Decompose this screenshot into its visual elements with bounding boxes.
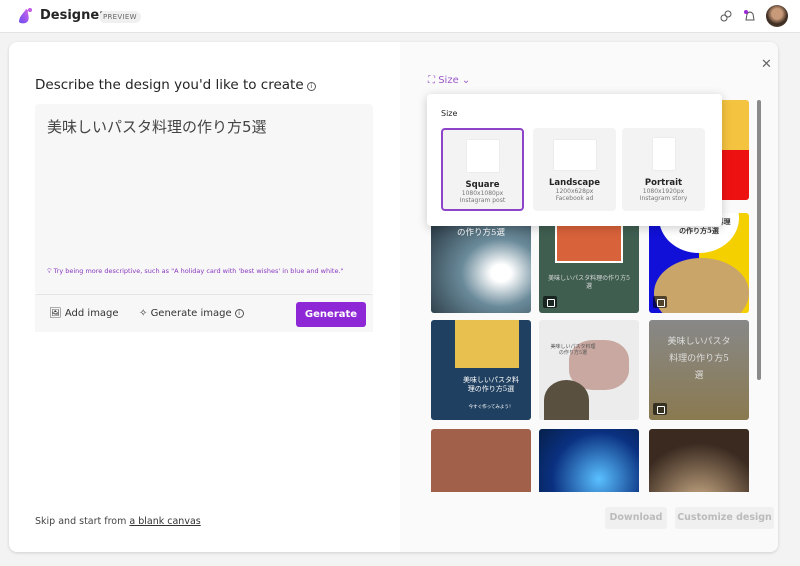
popover-heading: Size: [441, 109, 458, 118]
app-name: Designer: [40, 8, 106, 23]
option-dims: 1080x1920px: [642, 188, 685, 195]
resize-icon: ⛶: [428, 75, 439, 86]
add-image-button[interactable]: 🖼︎ Add image: [49, 308, 119, 319]
add-image-label: Add image: [64, 308, 119, 319]
design-tile[interactable]: [539, 429, 639, 492]
preview-badge: PREVIEW: [99, 11, 141, 23]
size-popover: Size Square 1080x1080px Instagram post Lan…: [427, 94, 722, 226]
tile-title: 美味しいパスタ料 理の作り方5選: [463, 376, 519, 393]
download-button[interactable]: Download: [605, 507, 667, 529]
designer-logo-icon: [19, 8, 32, 24]
lightbulb-icon: 💡︎: [47, 267, 54, 275]
design-tile[interactable]: 美味しいパスタ料理 の作り方5選: [431, 213, 531, 313]
portrait-thumb: [652, 138, 675, 170]
design-tile[interactable]: [649, 429, 749, 492]
tile-title: 美味しいパスタ 料理の作り方5 選: [667, 337, 731, 381]
design-tile[interactable]: 美味しいパスタ料理の作り方5 選: [539, 213, 639, 313]
generate-button[interactable]: Generate: [296, 302, 366, 327]
tip-text: Try being more descriptive, such as "A h…: [53, 267, 344, 275]
design-tile[interactable]: 美味しいパスタ料理 の作り方5選: [539, 320, 639, 420]
size-label: Size: [438, 75, 459, 86]
blank-canvas-link[interactable]: a blank canvas: [129, 516, 200, 527]
option-name: Square: [465, 180, 500, 190]
skip-prefix: Skip and start from: [35, 516, 130, 527]
prompt-tip: 💡︎ Try being more descriptive, such as "…: [47, 267, 344, 276]
option-use: Instagram post: [459, 197, 506, 204]
option-name: Landscape: [549, 178, 600, 188]
option-dims: 1200x628px: [555, 188, 594, 195]
design-tile[interactable]: 美味しいパスタ料 理の作り方5選今すぐ作ってみよう！: [431, 320, 531, 420]
size-option-landscape[interactable]: Landscape 1200x628px Facebook ad: [533, 128, 616, 211]
generate-image-label: Generate image: [150, 308, 232, 319]
generate-image-button[interactable]: ✧ Generate image i: [139, 308, 244, 319]
gallery-scrollbar[interactable]: [757, 100, 761, 380]
skip-text: Skip and start from a blank canvas: [35, 516, 201, 527]
video-icon: [543, 296, 557, 308]
info-icon[interactable]: i: [306, 82, 316, 91]
share-link-icon[interactable]: [718, 8, 734, 24]
tile-title: 美味しいパスタ料理の作り方5 選: [548, 275, 630, 290]
option-dims: 1080x1080px: [461, 190, 504, 197]
customize-design-button[interactable]: Customize design: [675, 507, 774, 529]
notifications-icon[interactable]: [742, 8, 758, 24]
design-tile[interactable]: 美味しいパスタ料理 の作り方5選: [649, 213, 749, 313]
info-icon[interactable]: i: [234, 309, 244, 318]
title-text: Describe the design you'd like to create: [35, 77, 304, 93]
size-option-square[interactable]: Square 1080x1080px Instagram post: [441, 128, 524, 211]
option-use: Instagram story: [639, 195, 688, 202]
prompt-input[interactable]: 美味しいパスタ料理の作り方5選 💡︎ Try being more descri…: [35, 104, 373, 294]
option-use: Facebook ad: [555, 195, 594, 202]
video-icon: [653, 403, 667, 415]
tile-subtitle: 今すぐ作ってみよう！: [468, 405, 514, 410]
add-image-icon: 🖼︎: [49, 308, 65, 319]
landscape-thumb: [553, 140, 596, 170]
prompt-actions: 🖼︎ Add image ✧ Generate image i Generate: [35, 294, 373, 332]
design-tile[interactable]: [431, 429, 531, 492]
design-tile[interactable]: 美味しいパスタ 料理の作り方5 選: [649, 320, 749, 420]
size-option-portrait[interactable]: Portrait 1080x1920px Instagram story: [622, 128, 705, 211]
page-title: Describe the design you'd like to create…: [35, 77, 316, 93]
avatar[interactable]: [766, 5, 788, 27]
prompt-text[interactable]: 美味しいパスタ料理の作り方5選: [47, 116, 267, 137]
square-thumb: [466, 140, 499, 172]
close-icon[interactable]: ✕: [761, 57, 772, 72]
size-dropdown[interactable]: ⛶ Size ⌄: [428, 75, 470, 86]
option-name: Portrait: [644, 178, 683, 188]
tile-title: 美味しいパスタ料理 の作り方5選: [550, 344, 596, 356]
sparkle-icon: ✧: [139, 308, 151, 319]
video-icon: [653, 296, 667, 308]
top-bar: Designer PREVIEW: [0, 0, 800, 33]
